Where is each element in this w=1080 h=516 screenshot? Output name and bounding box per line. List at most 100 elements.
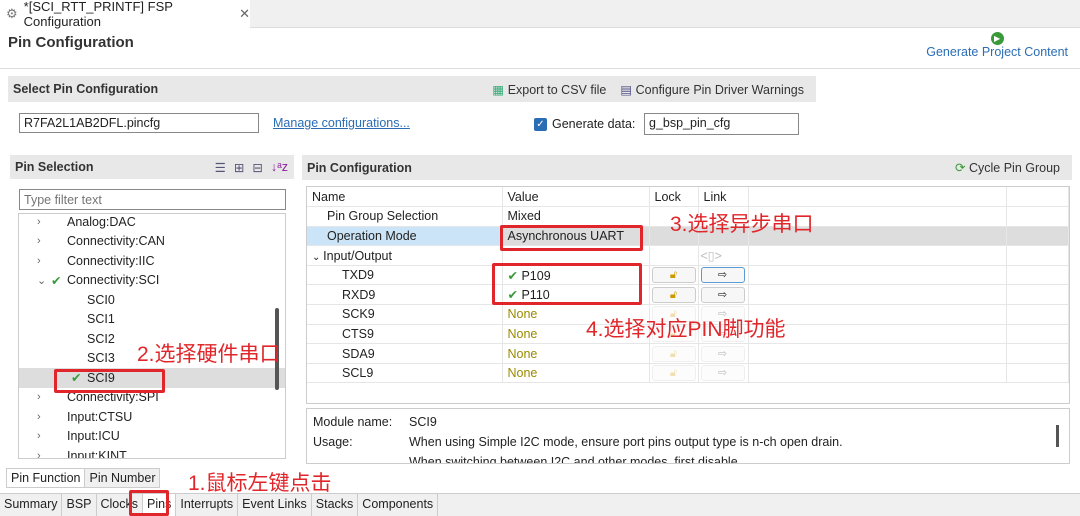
generate-project-content-button[interactable]: ▶ Generate Project Content — [926, 30, 1068, 59]
expander-icon[interactable]: › — [37, 430, 51, 442]
collapse-all-icon[interactable]: ⊟ — [252, 160, 262, 175]
row-name: TXD9 — [342, 268, 374, 283]
annotation-box-sci9 — [54, 369, 165, 393]
module-label: Module name: — [313, 415, 393, 429]
row-name: SDA9 — [342, 346, 375, 361]
row-value[interactable]: None — [508, 327, 538, 341]
lock-icon[interactable]: 🔓︎ — [651, 365, 696, 382]
tree-item-label: Input:ICU — [67, 429, 120, 444]
table-row[interactable]: ⌄ Input/Output <▯> — [307, 245, 1069, 266]
expander-icon[interactable]: › — [37, 391, 51, 403]
table-row[interactable]: SDA9 None 🔓︎ ⇨ — [307, 343, 1069, 364]
tab-title: *[SCI_RTT_PRINTF] FSP Configuration — [23, 0, 173, 29]
tree-item[interactable]: ⌄ ✔ Connectivity:SCI — [19, 271, 285, 291]
link-arrow-icon[interactable]: ⇨ — [700, 286, 745, 303]
link-arrow-icon[interactable]: ⇨ — [700, 345, 745, 362]
expander-icon[interactable]: › — [37, 411, 51, 423]
tree-item-label: Connectivity:IIC — [67, 253, 155, 268]
module-value: SCI9 — [409, 415, 437, 429]
expander-icon[interactable]: ⌄ — [37, 274, 51, 287]
generate-label: Generate Project Content — [926, 45, 1068, 59]
tab-event-links[interactable]: Event Links — [238, 494, 312, 516]
tree-item[interactable]: › Connectivity:CAN — [19, 232, 285, 252]
usage-text-2: When switching between I2C and other mod… — [409, 455, 738, 464]
generate-data-checkbox[interactable]: ✓ — [534, 117, 547, 131]
lock-icon[interactable]: 🔓︎ — [651, 267, 696, 284]
manage-configurations-link[interactable]: Manage configurations... — [273, 116, 410, 130]
filter-input[interactable] — [19, 189, 286, 210]
row-value[interactable]: None — [508, 307, 538, 321]
annotation-1: 1.鼠标左键点击 — [188, 472, 332, 495]
row-name: RXD9 — [342, 287, 376, 302]
tab-pin-function[interactable]: Pin Function — [7, 469, 86, 487]
tab-stacks[interactable]: Stacks — [312, 494, 359, 516]
export-csv-button[interactable]: ▦ Export to CSV file — [492, 82, 606, 97]
tab-components[interactable]: Components — [358, 494, 439, 516]
tree-item-label: SCI0 — [87, 292, 115, 307]
tab-summary[interactable]: Summary — [0, 494, 63, 516]
row-name: Input/Output — [323, 248, 392, 263]
cycle-pin-group-button[interactable]: ⟳ Cycle Pin Group — [955, 160, 1072, 175]
sort-az-icon[interactable]: ↓ᵃz — [271, 160, 288, 175]
annotation-box-pins-tab — [129, 490, 169, 516]
generate-data-input[interactable]: g_bsp_pin_cfg — [644, 113, 799, 135]
tree-item[interactable]: › Input:ICU — [19, 427, 285, 447]
table-row[interactable]: SCL9 None 🔓︎ ⇨ — [307, 363, 1069, 384]
tree-item[interactable]: › Input:KINT — [19, 446, 285, 459]
annotation-box-mode — [500, 225, 643, 251]
annotation-3: 3.选择异步串口 — [670, 213, 814, 236]
row-value[interactable]: None — [508, 366, 538, 380]
row-name: SCK9 — [342, 307, 375, 322]
annotation-2: 2.选择硬件串口 — [137, 343, 281, 366]
close-icon[interactable]: ✕ — [239, 6, 250, 22]
table-row[interactable]: RXD9 ✔ P110 🔓︎ ⇨ — [307, 284, 1069, 306]
list-icon[interactable]: ☰ — [215, 160, 226, 175]
tree-item-label: Connectivity:SCI — [67, 273, 160, 288]
tree-item-label: SCI2 — [87, 331, 115, 346]
expand-all-icon[interactable]: ⊞ — [234, 160, 244, 175]
play-icon: ▶ — [990, 32, 1004, 45]
generate-data-label: Generate data: — [552, 117, 636, 131]
link-arrow-icon[interactable]: ⇨ — [700, 267, 745, 284]
usage-label: Usage: — [313, 435, 353, 449]
row-name: Operation Mode — [327, 228, 417, 243]
module-info: Module name: SCI9 Usage: When using Simple… — [306, 408, 1070, 464]
configure-warnings-button[interactable]: ▤ Configure Pin Driver Warnings — [620, 82, 804, 97]
select-pin-config-header: Select Pin Configuration ▦ Export to CSV… — [8, 76, 816, 102]
section-title: Pin Configuration — [307, 160, 412, 175]
tree-item-label: Input:KINT — [67, 448, 127, 459]
expander-icon[interactable]: › — [37, 255, 51, 267]
gear-icon: ⚙ — [6, 6, 18, 21]
row-value[interactable]: None — [508, 347, 538, 361]
config-file-select[interactable]: R7FA2L1AB2DFL.pincfg — [19, 113, 259, 133]
expander-icon[interactable]: › — [37, 216, 51, 228]
expander-icon[interactable]: › — [37, 235, 51, 247]
annotation-4: 4.选择对应PIN脚功能 — [586, 318, 786, 341]
table-header: Name Value Lock Link — [307, 187, 1069, 208]
lock-icon[interactable]: 🔓︎ — [651, 286, 696, 303]
row-name: SCL9 — [342, 366, 374, 381]
editor-tab[interactable]: ⚙ *[SCI_RTT_PRINTF] FSP Configuration ✕ — [0, 0, 250, 29]
lock-icon[interactable]: 🔓︎ — [651, 345, 696, 362]
tab-pin-number[interactable]: Pin Number — [85, 469, 160, 487]
tree-item-label: Analog:DAC — [67, 214, 136, 229]
link-arrow-icon[interactable]: ⇨ — [700, 365, 745, 382]
tree-item[interactable]: › Input:CTSU — [19, 407, 285, 427]
row-value[interactable]: Mixed — [508, 209, 541, 223]
usage-text: When using Simple I2C mode, ensure port … — [409, 435, 843, 449]
annotation-box-pins — [492, 263, 642, 305]
chevron-down-icon[interactable]: ⌄ — [312, 252, 323, 263]
table-row[interactable]: TXD9 ✔ P109 🔓︎ ⇨ — [307, 265, 1069, 286]
expander-icon[interactable]: › — [37, 450, 51, 458]
tree-item-label: SCI3 — [87, 351, 115, 366]
header-value: Value — [502, 187, 650, 208]
tab-interrupts[interactable]: Interrupts — [176, 494, 239, 516]
tree-item[interactable]: SCI0 — [19, 290, 285, 310]
row-name: CTS9 — [342, 326, 374, 341]
tree-item[interactable]: › Analog:DAC — [19, 214, 285, 232]
info-scrollbar[interactable] — [1056, 425, 1059, 447]
tree-item[interactable]: SCI1 — [19, 310, 285, 330]
tree-item[interactable]: › Connectivity:IIC — [19, 251, 285, 271]
table-icon: ▤ — [620, 82, 633, 97]
tab-bsp[interactable]: BSP — [62, 494, 97, 516]
